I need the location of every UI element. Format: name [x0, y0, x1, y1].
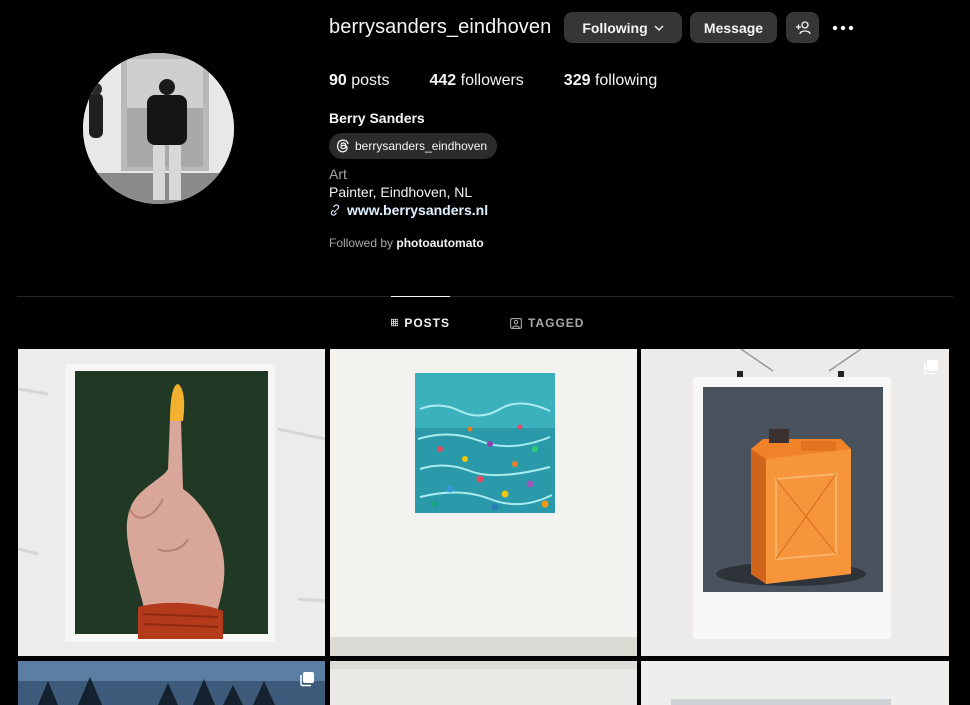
post-thumbnail[interactable]	[330, 661, 637, 705]
chevron-down-icon	[654, 25, 664, 31]
following-button[interactable]: Following	[564, 12, 682, 43]
add-user-icon	[795, 20, 811, 34]
following-label: following	[594, 72, 658, 89]
posts-count: 90	[329, 72, 347, 89]
followed-by-prefix: Followed by	[329, 236, 394, 250]
profile-website-link[interactable]: www.berrysanders.nl	[329, 202, 488, 218]
post-thumbnail[interactable]	[18, 661, 325, 705]
followers-label: followers	[460, 72, 524, 89]
carousel-icon	[300, 672, 314, 687]
profile-username: berrysanders_eindhoven	[329, 16, 552, 38]
post-thumbnail[interactable]	[641, 349, 949, 656]
photo-white-2-image	[641, 661, 949, 705]
more-options-button[interactable]	[829, 14, 857, 42]
carousel-icon	[924, 360, 938, 375]
followed-by-user: photoautomato	[396, 236, 484, 250]
website-url: www.berrysanders.nl	[347, 202, 489, 218]
tagged-icon	[510, 317, 522, 329]
posts-label: posts	[351, 72, 390, 89]
threads-icon	[336, 139, 349, 153]
threads-badge[interactable]: berrysanders_eindhoven	[329, 133, 498, 159]
suggested-users-button[interactable]	[786, 12, 819, 43]
photo-white-image	[330, 661, 637, 705]
painting-jerrycan-image	[641, 349, 949, 656]
post-thumbnail[interactable]	[641, 661, 949, 705]
posts-stat: 90 posts	[329, 72, 390, 90]
profile-avatar[interactable]	[83, 53, 234, 204]
followers-stat[interactable]: 442 followers	[430, 72, 524, 90]
photo-trees-image	[18, 661, 325, 705]
following-stat[interactable]: 329 following	[564, 72, 657, 90]
link-icon	[330, 204, 340, 216]
threads-handle: berrysanders_eindhoven	[355, 139, 488, 153]
message-button-label: Message	[703, 19, 764, 36]
tab-posts-label: POSTS	[404, 315, 450, 330]
painting-hand-image	[18, 349, 325, 656]
tabs-divider	[17, 296, 953, 297]
followers-count: 442	[429, 72, 457, 89]
grid-icon	[391, 318, 399, 327]
profile-bio: Painter, Eindhoven, NL	[329, 184, 473, 200]
tab-tagged[interactable]: TAGGED	[510, 297, 584, 349]
tab-posts[interactable]: POSTS	[391, 296, 450, 348]
profile-category: Art	[329, 166, 347, 182]
profile-stats: 90 posts 442 followers 329 following	[329, 72, 697, 90]
profile-full-name: Berry Sanders	[329, 110, 425, 126]
following-count: 329	[563, 72, 591, 89]
message-button[interactable]: Message	[690, 12, 777, 43]
avatar-photo	[83, 53, 234, 204]
following-button-label: Following	[582, 19, 648, 36]
more-dots-icon	[832, 25, 854, 31]
tab-tagged-label: TAGGED	[528, 316, 585, 330]
painting-water-image	[330, 349, 637, 656]
post-thumbnail[interactable]	[18, 349, 325, 656]
post-thumbnail[interactable]	[330, 349, 637, 656]
followed-by[interactable]: Followed by photoautomato	[329, 236, 484, 250]
